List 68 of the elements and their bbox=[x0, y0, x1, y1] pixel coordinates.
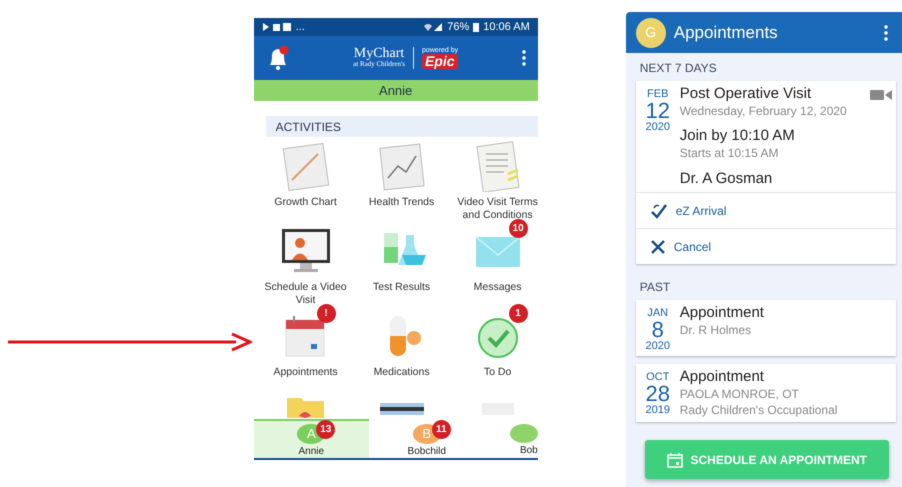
battery-level: 76% bbox=[447, 20, 470, 35]
notification-icons bbox=[262, 22, 292, 32]
appointment-detail: Wednesday, February 12, 2020 bbox=[680, 104, 848, 120]
activity-label: Video Visit Terms and Conditions bbox=[456, 196, 538, 222]
avatar-initial: A bbox=[306, 425, 316, 443]
folder-icon bbox=[287, 398, 324, 418]
appointment-title: Post Operative Visit bbox=[680, 85, 812, 104]
wifi-signal-icons bbox=[423, 22, 444, 32]
activity-label: Medications bbox=[374, 366, 430, 379]
brand-logo: Epic bbox=[422, 54, 458, 70]
activity-label: Schedule a Video Visit bbox=[264, 281, 348, 306]
avatar-initial: G bbox=[645, 23, 656, 42]
profile-tab[interactable]: Bob bbox=[484, 419, 538, 458]
date-year: 2019 bbox=[644, 405, 671, 416]
date-day: 12 bbox=[640, 100, 676, 122]
screen-title: Appointments bbox=[674, 22, 778, 44]
profile-tab[interactable]: A 13 Annie bbox=[254, 419, 370, 458]
appointment-detail: PAOLA MONROE, OT bbox=[680, 387, 800, 403]
battery-icon bbox=[473, 22, 480, 32]
action-row[interactable]: eZ Arrival bbox=[636, 192, 896, 228]
count-badge: 13 bbox=[316, 420, 336, 439]
action-label: Cancel bbox=[674, 238, 712, 256]
calendar-icon bbox=[666, 452, 682, 468]
count-badge: 10 bbox=[508, 219, 528, 238]
appointment-card[interactable]: JAN 8 2020 Appointment Dr. R Holmes bbox=[636, 300, 896, 356]
avatar-initial: B bbox=[422, 425, 432, 443]
checkmark-icon bbox=[650, 202, 668, 219]
profile-name: Annie bbox=[298, 444, 324, 458]
card-icon bbox=[380, 403, 424, 415]
appointment-title: Appointment bbox=[680, 368, 764, 388]
activity-label: Messages bbox=[474, 281, 522, 294]
action-label: eZ Arrival bbox=[676, 202, 726, 220]
patient-name: Annie bbox=[379, 82, 412, 100]
date-day: 28 bbox=[640, 383, 676, 406]
date-month: FEB bbox=[646, 89, 670, 100]
date-day: 8 bbox=[640, 319, 676, 342]
date-year: 2020 bbox=[644, 341, 671, 352]
date-month: OCT bbox=[645, 372, 670, 384]
join-time: Join by 10:10 AM bbox=[680, 127, 796, 146]
appointment-card[interactable]: FEB 12 2020 Post Operative Visit Wednesday, February 12, 2020 Join by 10:10 AM Starts at 10:15 AM Dr. A Gosman eZ Arrival Cancel bbox=[636, 81, 896, 264]
activity-label: Health Trends bbox=[368, 196, 434, 209]
status-time: 10:06 AM bbox=[483, 20, 530, 35]
provider-name: Dr. A Gosman bbox=[680, 170, 774, 188]
section-title: ACTIVITIES bbox=[276, 118, 341, 136]
section-title: NEXT 7 DAYS bbox=[640, 61, 717, 75]
activity-label: To Do bbox=[484, 366, 512, 379]
profile-tab[interactable]: B 11 Bobchild bbox=[369, 419, 484, 458]
close-icon bbox=[650, 238, 666, 255]
menu-icon bbox=[522, 50, 526, 66]
start-time: Starts at 10:15 AM bbox=[680, 146, 780, 162]
section-title: PAST bbox=[640, 280, 670, 294]
appointment-detail: Rady Children's Occupational bbox=[680, 402, 838, 418]
activity-label: Growth Chart bbox=[274, 196, 337, 209]
notification-overflow: ... bbox=[296, 20, 305, 35]
activity-label: Appointments bbox=[273, 366, 338, 379]
profile-name: Bob bbox=[520, 444, 538, 458]
profile-name: Bobchild bbox=[408, 444, 446, 458]
date-year: 2020 bbox=[644, 122, 671, 133]
date-month: JAN bbox=[646, 308, 670, 320]
logo-text: MyChart bbox=[353, 47, 404, 62]
count-badge: 11 bbox=[432, 420, 451, 439]
menu-icon bbox=[884, 24, 888, 40]
appointment-title: Appointment bbox=[680, 304, 764, 324]
count-badge: 1 bbox=[508, 304, 528, 323]
activity-label: Test Results bbox=[372, 281, 430, 294]
count-badge: ! bbox=[316, 304, 336, 323]
appointment-detail: Dr. R Holmes bbox=[680, 323, 752, 339]
action-row[interactable]: Cancel bbox=[636, 228, 896, 264]
